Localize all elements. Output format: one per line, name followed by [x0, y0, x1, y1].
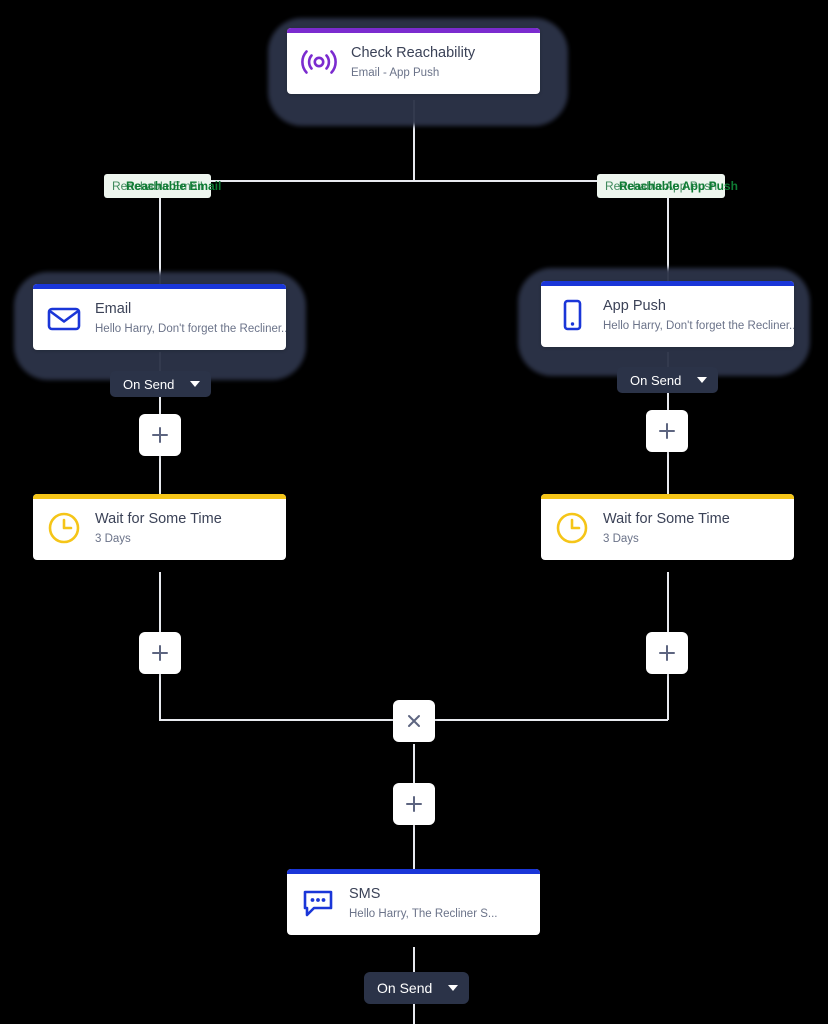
edge-right-wait-to-plus [667, 572, 669, 632]
node-subtitle: 3 Days [603, 532, 639, 545]
pill-label: On Send [123, 376, 175, 392]
branch-label-left-text: Reachable Email [126, 179, 222, 193]
add-step-button-right-1[interactable] [646, 410, 688, 452]
plus-icon [659, 645, 675, 661]
clock-icon [555, 511, 589, 545]
pill-email-on-send[interactable]: On Send [110, 371, 212, 397]
edge-left-plus-to-wait [159, 456, 161, 494]
mobile-icon [555, 299, 589, 331]
plus-icon [152, 427, 168, 443]
chevron-down-icon[interactable] [190, 381, 201, 387]
pill-label: On Send [630, 372, 682, 388]
node-wait-left[interactable]: Wait for Some Time 3 Days [33, 494, 286, 560]
journey-flow-canvas: Check Reachability Email - App Push Reac… [0, 0, 828, 1024]
plus-icon [406, 796, 422, 812]
add-step-button-left-2[interactable] [139, 632, 181, 674]
node-sms[interactable]: SMS Hello Harry, The Recliner S... [287, 869, 540, 935]
node-subtitle: Hello Harry, Don't forget the Recliner..… [603, 319, 794, 332]
node-email[interactable]: Email Hello Harry, Don't forget the Recl… [33, 284, 286, 350]
node-title: SMS [349, 886, 381, 902]
node-subtitle: Hello Harry, The Recliner S... [349, 907, 498, 920]
node-app-push[interactable]: App Push Hello Harry, Don't forget the R… [541, 281, 794, 347]
node-subtitle: 3 Days [95, 532, 131, 545]
pill-app-push-on-send[interactable]: On Send [617, 367, 719, 393]
edge-right-plus-to-wait [667, 452, 669, 494]
edge-right-plus-to-merge [667, 674, 669, 720]
edge-split-horizontal [159, 180, 668, 182]
pill-sms-on-send[interactable]: On Send [364, 972, 470, 1004]
chevron-down-icon[interactable] [448, 985, 459, 991]
chat-bubble-icon [301, 888, 335, 918]
branch-label-right-text: Reachable App Push [619, 179, 738, 193]
add-step-button-left-1[interactable] [139, 414, 181, 456]
edge-plus-to-sms [413, 825, 415, 870]
pill-label: On Send [377, 980, 433, 996]
node-title: Check Reachability [351, 45, 476, 61]
chevron-down-icon[interactable] [697, 377, 708, 383]
plus-icon [659, 423, 675, 439]
close-icon [408, 715, 420, 727]
node-title: Wait for Some Time [603, 511, 730, 527]
add-step-button-right-2[interactable] [646, 632, 688, 674]
node-check-reachability[interactable]: Check Reachability Email - App Push [287, 28, 540, 94]
node-title: App Push [603, 298, 666, 314]
edge-merge-to-plus [413, 744, 415, 783]
edge-left-plus-to-merge [159, 674, 161, 720]
node-title: Email [95, 301, 132, 317]
merge-branches-button[interactable] [393, 700, 435, 742]
node-title: Wait for Some Time [95, 511, 222, 527]
edge-left-wait-to-plus [159, 572, 161, 632]
envelope-icon [47, 304, 81, 332]
broadcast-icon [301, 47, 337, 77]
node-subtitle: Email - App Push [351, 66, 440, 79]
node-wait-right[interactable]: Wait for Some Time 3 Days [541, 494, 794, 560]
node-subtitle: Hello Harry, Don't forget the Recliner..… [95, 322, 286, 335]
clock-icon [47, 511, 81, 545]
plus-icon [152, 645, 168, 661]
add-step-button-center[interactable] [393, 783, 435, 825]
